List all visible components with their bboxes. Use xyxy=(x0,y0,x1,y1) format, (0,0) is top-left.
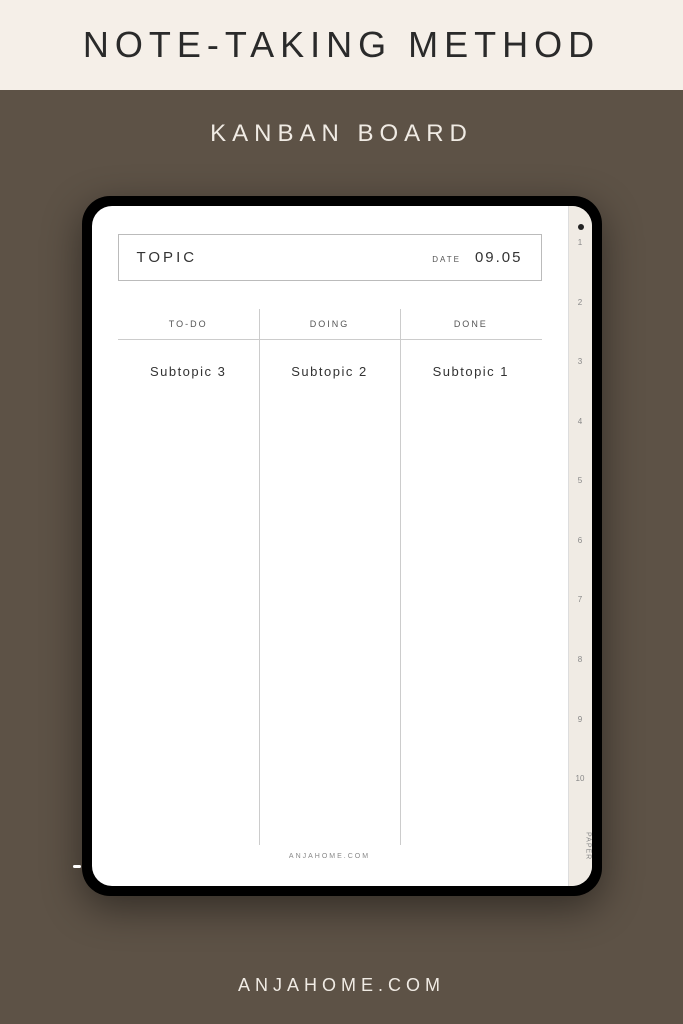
tab-2[interactable]: 2 xyxy=(569,296,592,310)
tab-9[interactable]: 9 xyxy=(569,713,592,727)
stylus-tip-icon xyxy=(73,865,81,868)
tab-paper[interactable]: PAPER xyxy=(569,832,592,862)
tab-8[interactable]: 8 xyxy=(569,653,592,667)
card-item[interactable]: Subtopic 1 xyxy=(433,364,509,379)
kanban-header-row: TO-DO DOING DONE xyxy=(118,309,542,340)
column-header-doing: DOING xyxy=(259,309,400,339)
date-group: DATE 09.05 xyxy=(432,249,522,266)
date-label: DATE xyxy=(432,255,461,264)
column-doing[interactable]: Subtopic 2 xyxy=(259,340,400,845)
kanban-body: Subtopic 3 Subtopic 2 Subtopic 1 xyxy=(118,340,542,845)
tab-5[interactable]: 5 xyxy=(569,474,592,488)
tab-7[interactable]: 7 xyxy=(569,593,592,607)
topic-bar: TOPIC DATE 09.05 xyxy=(118,234,542,281)
column-header-todo: TO-DO xyxy=(118,309,259,339)
tablet-frame: TOPIC DATE 09.05 TO-DO DOING DONE Subtop… xyxy=(82,196,602,896)
tab-4[interactable]: 4 xyxy=(569,415,592,429)
column-header-done: DONE xyxy=(400,309,541,339)
column-done[interactable]: Subtopic 1 xyxy=(400,340,541,845)
subtitle: KANBAN BOARD xyxy=(0,120,683,148)
page-title: NOTE-TAKING METHOD xyxy=(83,24,600,66)
card-item[interactable]: Subtopic 3 xyxy=(150,364,226,379)
brand-footer: ANJAHOME.COM xyxy=(0,975,683,996)
tab-10[interactable]: 10 xyxy=(569,772,592,786)
tablet-screen: TOPIC DATE 09.05 TO-DO DOING DONE Subtop… xyxy=(92,206,592,886)
date-value[interactable]: 09.05 xyxy=(475,249,523,266)
card-item[interactable]: Subtopic 2 xyxy=(291,364,367,379)
column-todo[interactable]: Subtopic 3 xyxy=(118,340,259,845)
topic-label[interactable]: TOPIC xyxy=(137,249,198,266)
tab-6[interactable]: 6 xyxy=(569,534,592,548)
side-tabs: 1 2 3 4 5 6 7 8 9 10 PAPER xyxy=(568,206,592,886)
header-band: NOTE-TAKING METHOD xyxy=(0,0,683,90)
subtitle-area: KANBAN BOARD xyxy=(0,90,683,176)
tab-1[interactable]: 1 xyxy=(569,236,592,250)
tab-3[interactable]: 3 xyxy=(569,355,592,369)
notebook-page: TOPIC DATE 09.05 TO-DO DOING DONE Subtop… xyxy=(92,206,568,886)
page-footer-brand: ANJAHOME.COM xyxy=(118,845,542,868)
